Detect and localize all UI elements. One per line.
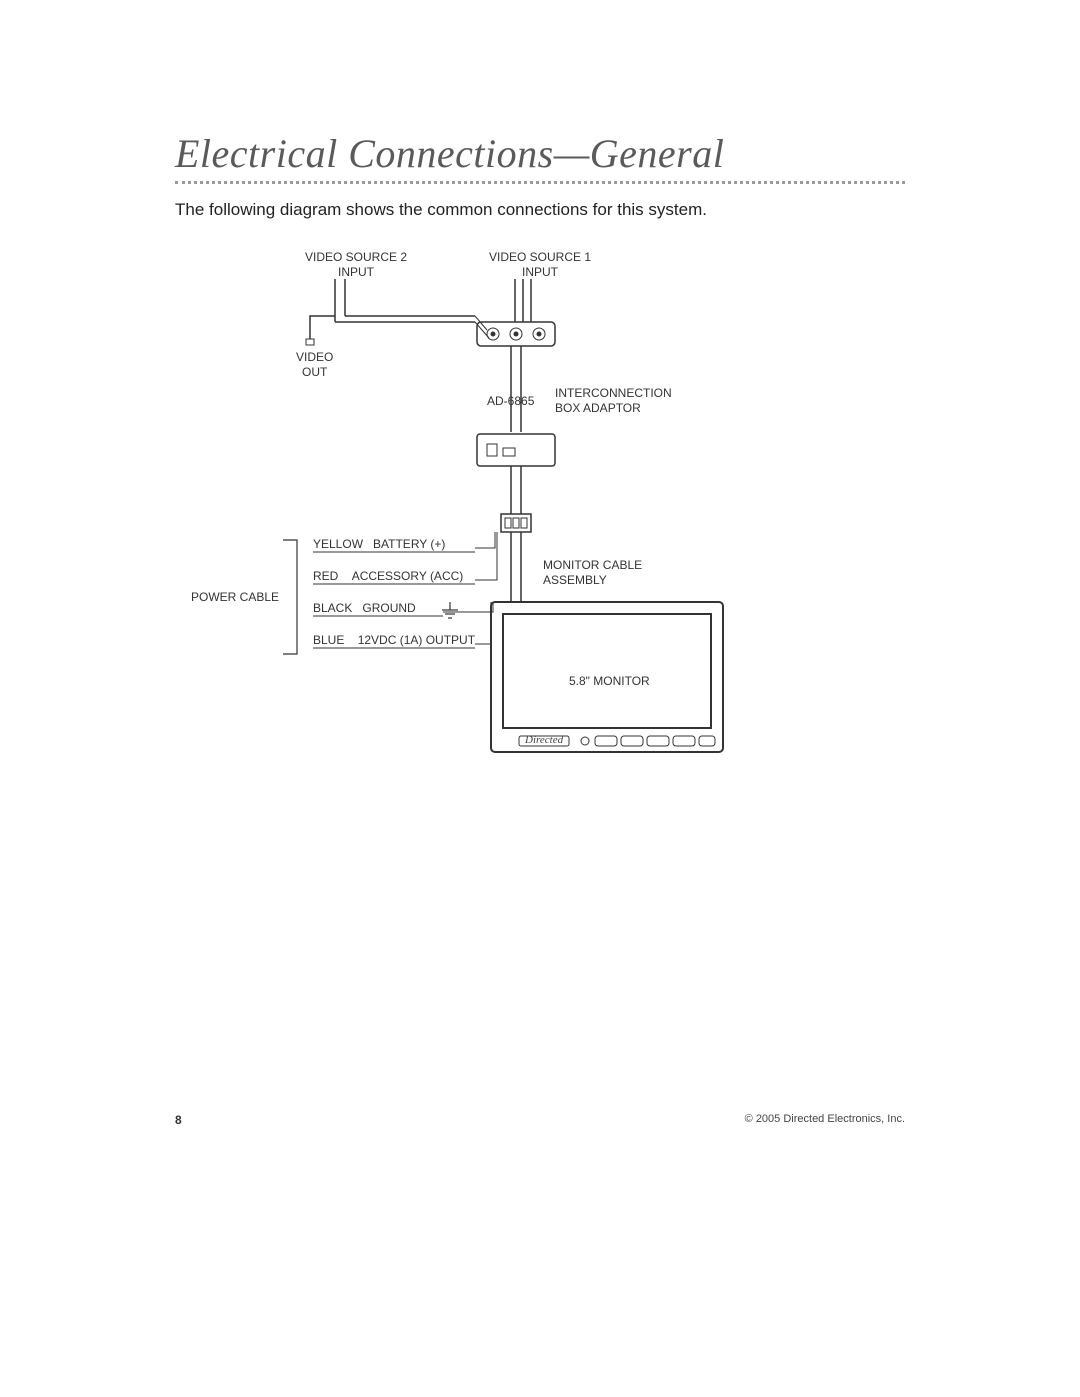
- label-video-source-1: VIDEO SOURCE 1 INPUT: [489, 250, 591, 280]
- label-adaptor-desc: INTERCONNECTION BOX ADAPTOR: [555, 386, 672, 416]
- label-adaptor-model: AD-6865: [487, 394, 534, 409]
- wiring-diagram: VIDEO SOURCE 2 INPUT VIDEO SOURCE 1 INPU…: [175, 244, 905, 804]
- label-monitor-brand: Directed: [525, 734, 563, 748]
- dotted-rule: [175, 181, 905, 184]
- intro-text: The following diagram shows the common c…: [175, 200, 905, 220]
- copyright-text: © 2005 Directed Electronics, Inc.: [745, 1113, 905, 1125]
- wire-row-blue: BLUE 12VDC (1A) OUTPUT: [313, 633, 475, 648]
- label-monitor-size: 5.8" MONITOR: [569, 674, 650, 689]
- page-footer: 8 © 2005 Directed Electronics, Inc.: [175, 1113, 905, 1127]
- label-power-cable: POWER CABLE: [191, 590, 279, 605]
- diagram-svg: [175, 244, 905, 804]
- wire-row-yellow: YELLOW BATTERY (+): [313, 537, 445, 552]
- label-monitor-cable: MONITOR CABLE ASSEMBLY: [543, 558, 642, 588]
- section-heading: Electrical Connections—General: [175, 130, 905, 177]
- wire-row-black: BLACK GROUND: [313, 601, 416, 616]
- wire-row-red: RED ACCESSORY (ACC): [313, 569, 463, 584]
- page-number: 8: [175, 1113, 182, 1127]
- label-video-source-2: VIDEO SOURCE 2 INPUT: [305, 250, 407, 280]
- label-video-out: VIDEO OUT: [296, 350, 333, 380]
